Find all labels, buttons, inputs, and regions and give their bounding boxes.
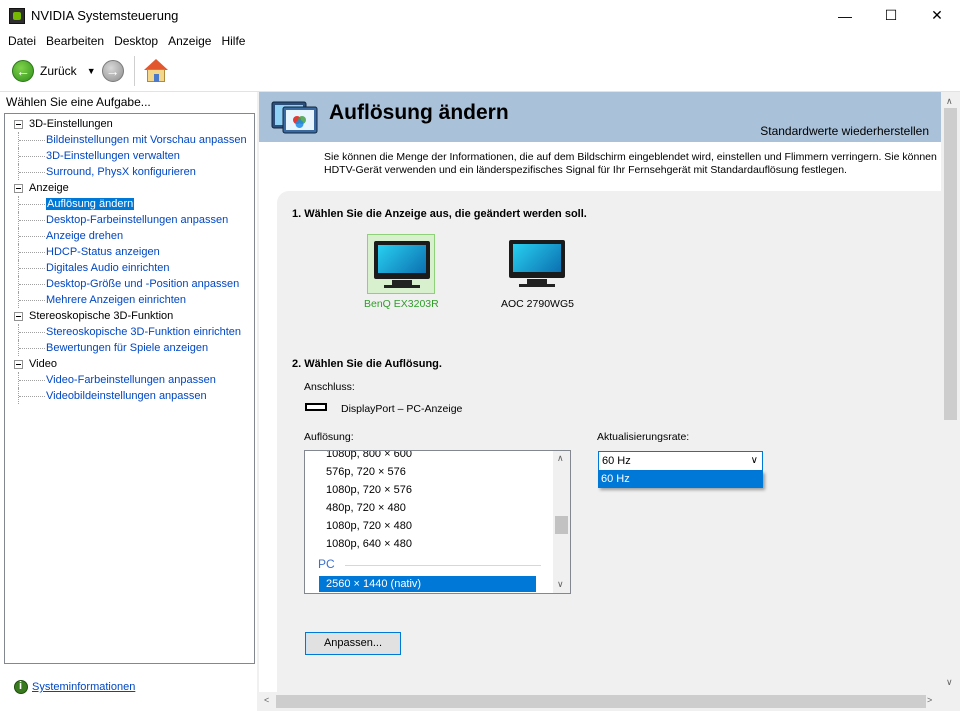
scrollbar-corner	[941, 692, 960, 711]
tree-item-hdcp-status[interactable]: HDCP-Status anzeigen	[5, 244, 254, 260]
page-horizontal-scrollbar[interactable]: < >	[259, 692, 941, 711]
description-line: HDTV-Gerät verwenden und ein länderspezi…	[324, 164, 847, 176]
tree-category-stereo[interactable]: Stereoskopische 3D-Funktion	[5, 308, 254, 324]
window-controls: — ☐ ✕	[822, 0, 960, 31]
tree-item-desktop-farbe[interactable]: Desktop-Farbeinstellungen anpassen	[5, 212, 254, 228]
list-item[interactable]: 1080p, 800 × 600	[326, 451, 412, 463]
monitor-icon	[374, 241, 430, 279]
list-item[interactable]: 576p, 720 × 576	[326, 463, 406, 481]
back-button-label[interactable]: Zurück	[40, 64, 77, 78]
tree-item-3d-verwalten[interactable]: 3D-Einstellungen verwalten	[5, 148, 254, 164]
connection-label: Anschluss:	[304, 381, 355, 393]
page-description: Sie können die Menge der Informationen, …	[324, 151, 944, 177]
toolbar-separator	[133, 56, 135, 86]
description-line: Sie können die Menge der Informationen, …	[324, 151, 937, 163]
content-panel: Auflösung ändern Standardwerte wiederher…	[259, 92, 960, 711]
tree-item-aufloesung-aendern[interactable]: Auflösung ändern	[5, 196, 254, 212]
collapse-icon[interactable]	[14, 360, 23, 369]
list-item[interactable]: 1080p, 720 × 576	[326, 481, 412, 499]
page-vertical-scrollbar[interactable]: ∧ ∨	[941, 92, 960, 692]
menu-bearbeiten[interactable]: Bearbeiten	[41, 34, 109, 48]
list-item[interactable]: 1080p, 720 × 480	[326, 517, 412, 535]
display-aoc[interactable]	[503, 234, 571, 294]
menu-anzeige[interactable]: Anzeige	[163, 34, 216, 48]
task-panel: Wählen Sie eine Aufgabe... 3D-Einstellun…	[0, 92, 257, 711]
scroll-up-icon[interactable]: ∧	[946, 96, 953, 107]
monitor-icon	[509, 240, 565, 278]
page-title: Auflösung ändern	[329, 101, 509, 124]
menu-datei[interactable]: Datei	[3, 34, 41, 48]
tree-category-video[interactable]: Video	[5, 356, 254, 372]
sysinfo-area: Systeminformationen	[14, 680, 135, 694]
menu-hilfe[interactable]: Hilfe	[216, 34, 250, 48]
scroll-right-icon[interactable]: >	[927, 695, 932, 705]
scroll-thumb[interactable]	[276, 695, 926, 708]
close-button[interactable]: ✕	[914, 0, 960, 31]
resolution-list[interactable]: 1080p, 800 × 600 576p, 720 × 576 1080p, …	[304, 450, 571, 594]
scroll-down-icon[interactable]: ∨	[946, 677, 953, 688]
refresh-rate-combo[interactable]: 60 Hz ∨	[598, 451, 763, 471]
refresh-rate-value: 60 Hz	[602, 455, 631, 467]
display-label[interactable]: BenQ EX3203R	[364, 298, 439, 310]
collapse-icon[interactable]	[14, 120, 23, 129]
scroll-left-icon[interactable]: <	[264, 695, 269, 705]
displayport-icon	[305, 403, 327, 411]
maximize-button[interactable]: ☐	[868, 0, 914, 31]
section-select-display: 1. Wählen Sie die Anzeige aus, die geänd…	[292, 208, 587, 220]
menu-bar: Datei Bearbeiten Desktop Anzeige Hilfe	[0, 31, 960, 51]
chevron-down-icon[interactable]: ∨	[751, 452, 758, 470]
page-banner: Auflösung ändern Standardwerte wiederher…	[259, 92, 941, 142]
history-dropdown-icon[interactable]: ▼	[87, 66, 96, 76]
list-item-selected[interactable]: 2560 × 1440 (nativ)	[319, 576, 536, 592]
group-divider	[345, 565, 541, 566]
display-settings-icon	[271, 101, 318, 134]
settings-area: 1. Wählen Sie die Anzeige aus, die geänd…	[277, 191, 941, 711]
restore-defaults-link[interactable]: Standardwerte wiederherstellen	[760, 124, 929, 138]
tree-item-anzeige-drehen[interactable]: Anzeige drehen	[5, 228, 254, 244]
title-bar: NVIDIA Systemsteuerung — ☐ ✕	[0, 0, 960, 31]
toolbar: ← Zurück ▼ →	[0, 51, 960, 92]
tree-item-video-farbe[interactable]: Video-Farbeinstellungen anpassen	[5, 372, 254, 388]
tree-item-bildeinstellungen[interactable]: Bildeinstellungen mit Vorschau anpassen	[5, 132, 254, 148]
refresh-label: Aktualisierungsrate:	[597, 431, 690, 443]
connection-value: DisplayPort – PC-Anzeige	[341, 403, 463, 415]
forward-arrow-icon[interactable]: →	[101, 60, 124, 82]
scroll-up-icon[interactable]: ∧	[557, 453, 564, 464]
section-select-resolution: 2. Wählen Sie die Auflösung.	[292, 358, 442, 370]
tree-category-anzeige[interactable]: Anzeige	[5, 180, 254, 196]
display-label[interactable]: AOC 2790WG5	[501, 298, 574, 310]
tree-item-digitales-audio[interactable]: Digitales Audio einrichten	[5, 260, 254, 276]
collapse-icon[interactable]	[14, 184, 23, 193]
scroll-thumb[interactable]	[944, 108, 957, 420]
minimize-button[interactable]: —	[822, 0, 868, 31]
home-icon[interactable]	[143, 58, 169, 84]
window-title: NVIDIA Systemsteuerung	[31, 8, 179, 23]
list-item[interactable]: 480p, 720 × 480	[326, 499, 406, 517]
display-benq[interactable]	[367, 234, 435, 294]
tree-item-surround-physx[interactable]: Surround, PhysX konfigurieren	[5, 164, 254, 180]
tree-item-desktop-groesse[interactable]: Desktop-Größe und -Position anpassen	[5, 276, 254, 292]
sysinfo-link[interactable]: Systeminformationen	[32, 681, 135, 693]
scroll-thumb[interactable]	[555, 516, 568, 534]
list-group-header: PC	[318, 557, 335, 571]
task-header: Wählen Sie eine Aufgabe...	[0, 92, 257, 113]
refresh-rate-option[interactable]: 60 Hz	[598, 471, 763, 488]
tree-item-mehrere-anzeigen[interactable]: Mehrere Anzeigen einrichten	[5, 292, 254, 308]
collapse-icon[interactable]	[14, 312, 23, 321]
list-item[interactable]: 1080p, 640 × 480	[326, 535, 412, 553]
task-tree: 3D-Einstellungen Bildeinstellungen mit V…	[4, 113, 255, 664]
tree-item-bewertungen[interactable]: Bewertungen für Spiele anzeigen	[5, 340, 254, 356]
tree-item-videobild[interactable]: Videobildeinstellungen anpassen	[5, 388, 254, 404]
menu-desktop[interactable]: Desktop	[109, 34, 163, 48]
resolution-label: Auflösung:	[304, 431, 354, 443]
tree-category-3d[interactable]: 3D-Einstellungen	[5, 116, 254, 132]
tree-item-stereo-einrichten[interactable]: Stereoskopische 3D-Funktion einrichten	[5, 324, 254, 340]
list-scrollbar[interactable]: ∧ ∨	[553, 451, 570, 593]
info-icon	[14, 680, 28, 694]
scroll-down-icon[interactable]: ∨	[557, 579, 564, 590]
customize-button[interactable]: Anpassen...	[305, 632, 401, 655]
nvidia-app-icon	[9, 7, 25, 24]
back-arrow-icon[interactable]: ←	[12, 60, 34, 82]
